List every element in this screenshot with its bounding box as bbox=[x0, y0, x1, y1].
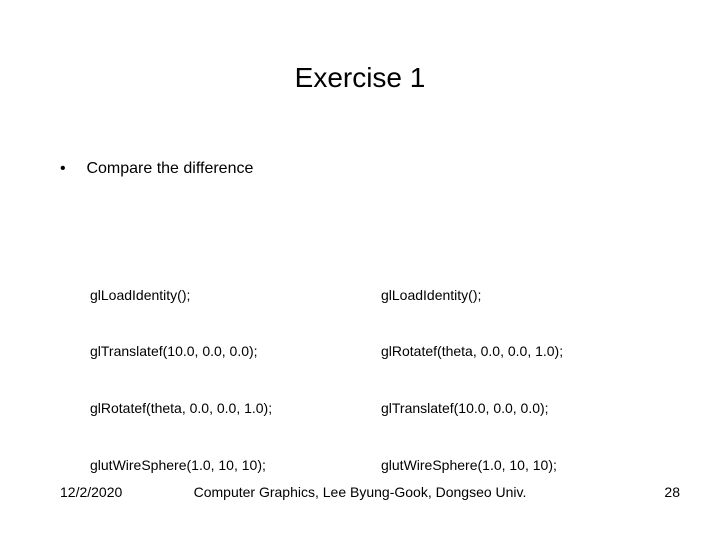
footer-attribution: Computer Graphics, Lee Byung-Gook, Dongs… bbox=[0, 484, 720, 500]
slide-title: Exercise 1 bbox=[0, 62, 720, 94]
slide: Exercise 1 • Compare the difference glLo… bbox=[0, 0, 720, 540]
code-block-left: glLoadIdentity(); glTranslatef(10.0, 0.0… bbox=[90, 248, 369, 512]
code-line: glTranslatef(10.0, 0.0, 0.0); bbox=[90, 342, 369, 361]
code-line: glRotatef(theta, 0.0, 0.0, 1.0); bbox=[381, 342, 660, 361]
code-line: glutWireSphere(1.0, 10, 10); bbox=[381, 456, 660, 475]
code-block-right: glLoadIdentity(); glRotatef(theta, 0.0, … bbox=[381, 248, 660, 512]
code-line: glLoadIdentity(); bbox=[90, 286, 369, 305]
code-line: glTranslatef(10.0, 0.0, 0.0); bbox=[381, 399, 660, 418]
code-line: glutWireSphere(1.0, 10, 10); bbox=[90, 456, 369, 475]
code-columns: glLoadIdentity(); glTranslatef(10.0, 0.0… bbox=[90, 248, 660, 512]
code-line: glRotatef(theta, 0.0, 0.0, 1.0); bbox=[90, 399, 369, 418]
code-line: glLoadIdentity(); bbox=[381, 286, 660, 305]
subtitle-row: • Compare the difference bbox=[60, 160, 253, 178]
bullet-icon: • bbox=[60, 160, 82, 178]
page-number: 28 bbox=[664, 484, 680, 500]
subtitle-text: Compare the difference bbox=[86, 160, 253, 177]
